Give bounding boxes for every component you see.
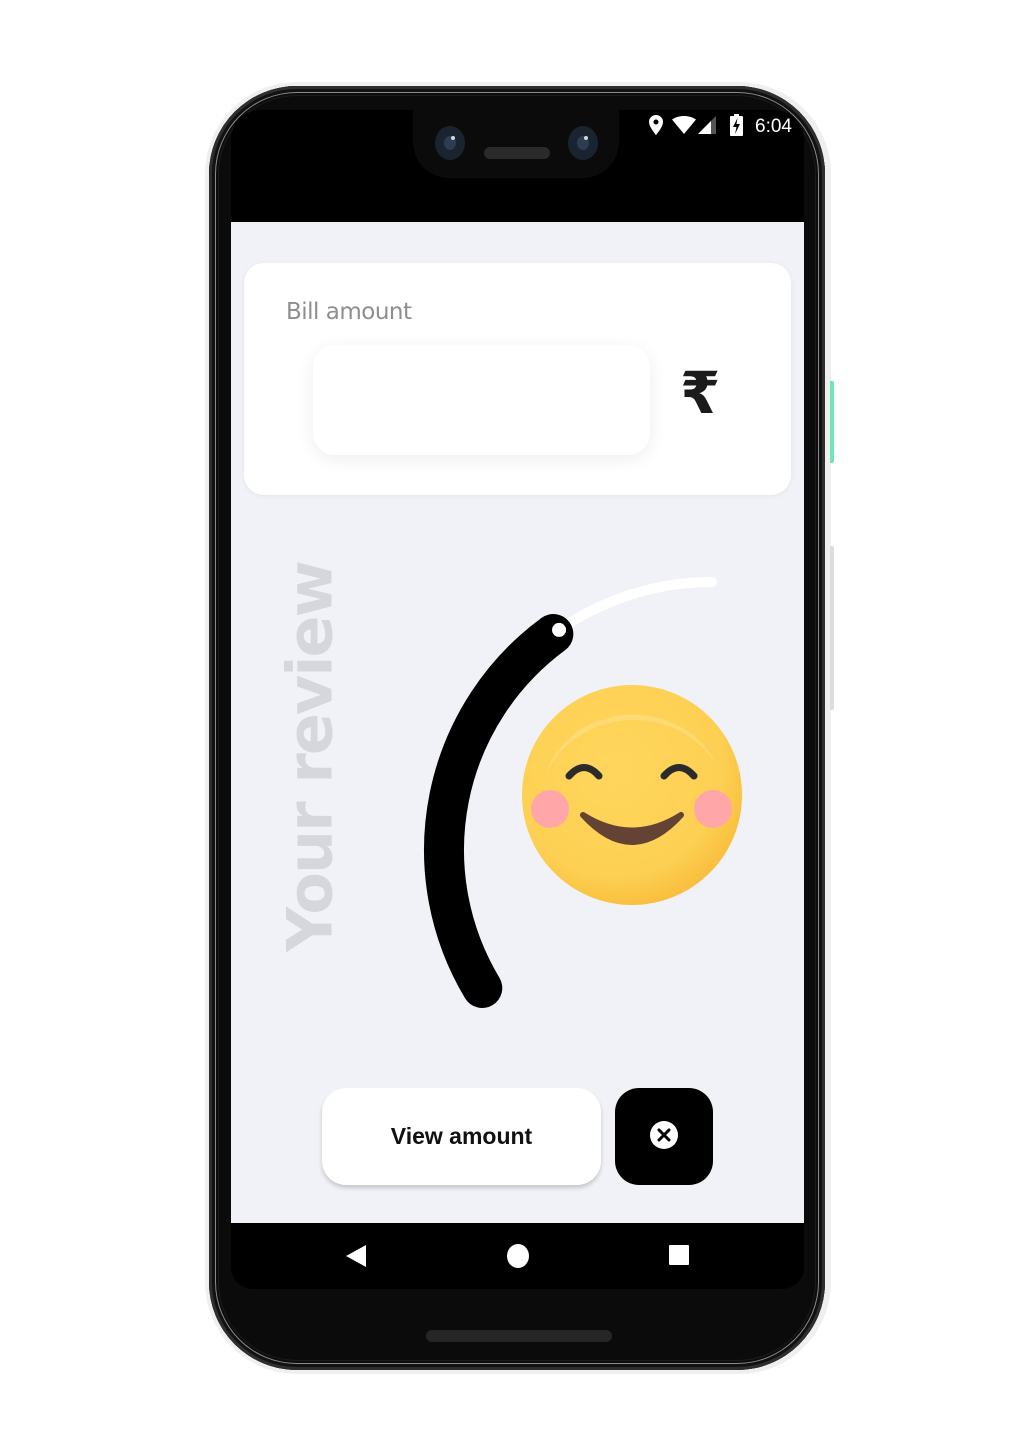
earpiece-speaker — [484, 147, 550, 159]
home-icon[interactable] — [506, 1244, 530, 1273]
home-indicator — [426, 1330, 612, 1342]
app-screen: Bill amount ₹ Your review View amount — [231, 222, 804, 1223]
slider-handle-dot — [552, 622, 567, 637]
back-icon[interactable] — [345, 1244, 367, 1273]
battery-charging-icon — [730, 113, 744, 141]
front-camera-left — [435, 126, 465, 160]
close-circle-icon — [650, 1121, 678, 1152]
emoji-left-cheek — [531, 790, 569, 828]
slider-track — [548, 577, 717, 640]
view-amount-button[interactable]: View amount — [322, 1088, 601, 1185]
power-button — [830, 381, 834, 463]
close-button[interactable] — [615, 1088, 713, 1185]
recents-icon[interactable] — [668, 1244, 690, 1271]
volume-button — [830, 546, 834, 710]
emoji-right-cheek — [694, 790, 732, 828]
front-camera-right — [568, 126, 598, 160]
smiling-face-emoji — [522, 685, 742, 905]
slider-handle[interactable] — [552, 622, 567, 637]
location-icon — [648, 114, 664, 141]
wifi-icon — [672, 115, 697, 139]
status-bar: 6:04 — [648, 113, 792, 141]
status-time: 6:04 — [755, 116, 792, 137]
cellular-signal-icon — [698, 115, 717, 139]
